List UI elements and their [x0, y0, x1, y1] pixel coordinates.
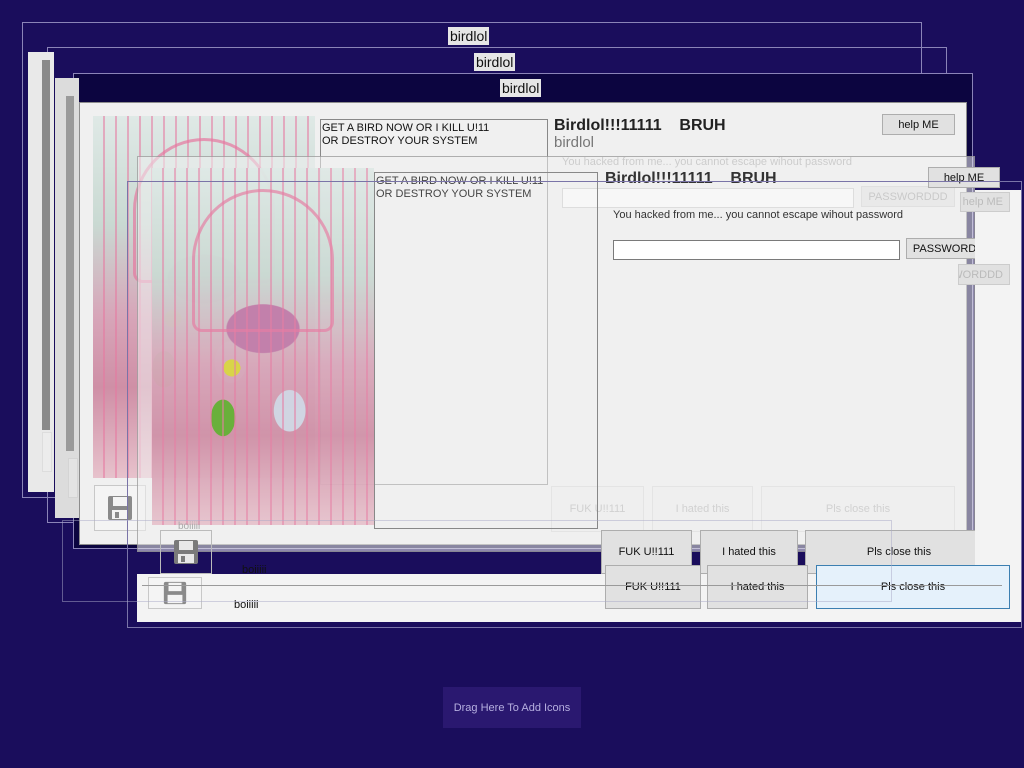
hack-message-ghost: You hacked from me... you cannot escape …	[613, 209, 904, 221]
memo-line-2: OR DESTROY YOUR SYSTEM	[376, 188, 532, 200]
password-button-lower[interactable]: PASSWORDDD	[958, 264, 1010, 285]
window-title-back-1[interactable]: birdlol	[448, 27, 490, 45]
memo-line-2: OR DESTROY YOUR SYSTEM	[322, 135, 478, 147]
ghost-edge-2	[142, 585, 1002, 586]
threat-memo-ghost[interactable]: GET A BIRD NOW OR I KILL U!11 OR DESTROY…	[374, 172, 598, 529]
help-button-lower[interactable]: help ME	[960, 192, 1010, 212]
main-heading-ghost: Birdlol!!!11111 BRUH	[605, 170, 777, 187]
window-title-back-2[interactable]: birdlol	[474, 53, 516, 71]
bird-cage-photo-ghost	[152, 168, 374, 525]
floppy-button-ghost-b[interactable]	[68, 458, 78, 498]
main-subtitle: birdlol	[554, 134, 595, 151]
memo-line-1: GET A BIRD NOW OR I KILL U!11	[376, 175, 544, 187]
window-body-sliver-1	[28, 52, 54, 492]
help-button-ghost[interactable]: help ME	[928, 167, 1000, 188]
window-body-sliver-4	[66, 96, 74, 451]
password-input-ghost[interactable]	[613, 240, 900, 260]
ghost-edge-1	[62, 520, 892, 602]
help-button[interactable]: help ME	[882, 114, 955, 135]
desktop-drop-zone[interactable]: Drag Here To Add Icons	[443, 687, 581, 728]
window-title-back-3[interactable]: birdlol	[500, 79, 542, 97]
memo-line-1: GET A BIRD NOW OR I KILL U!11	[322, 122, 490, 134]
floppy-disk-icon	[108, 496, 132, 520]
window-body-sliver-3	[42, 60, 50, 430]
floppy-button-ghost-a[interactable]	[42, 432, 52, 472]
window-lower-right-strip	[975, 190, 1021, 574]
main-heading: Birdlol!!!11111 BRUH	[554, 117, 726, 134]
